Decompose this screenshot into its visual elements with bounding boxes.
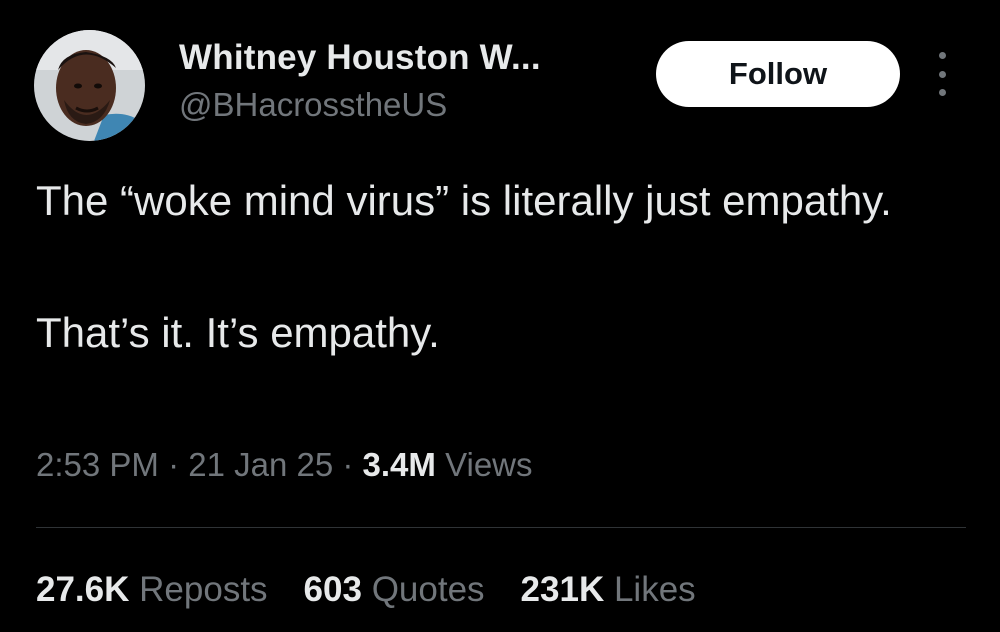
more-dots-icon[interactable]	[930, 52, 954, 96]
engagement-stats: 27.6K Reposts 603 Quotes 231K Likes	[36, 570, 696, 610]
more-dot	[938, 52, 946, 59]
tweet-text-line-1: The “woke mind virus” is literally just …	[36, 177, 892, 224]
likes-count: 231K	[520, 570, 605, 609]
tweet-text-line-2: That’s it. It’s empathy.	[36, 309, 440, 356]
views-label: Views	[445, 446, 533, 483]
views-count: 3.4M	[362, 446, 436, 483]
likes-stat[interactable]: 231K Likes	[521, 570, 696, 610]
author-display-name[interactable]: Whitney Houston W...	[179, 38, 541, 78]
author-handle[interactable]: @BHacrosstheUS	[179, 86, 447, 124]
tweet-date[interactable]: 21 Jan 25	[188, 446, 333, 483]
quotes-stat[interactable]: 603 Quotes	[304, 570, 485, 610]
reposts-stat[interactable]: 27.6K Reposts	[36, 570, 268, 610]
reposts-count: 27.6K	[36, 570, 130, 609]
tweet-text: The “woke mind virus” is literally just …	[36, 168, 956, 366]
reposts-label: Reposts	[139, 570, 268, 609]
tweet-meta: 2:53 PM · 21 Jan 25 · 3.4M Views	[36, 446, 533, 484]
more-dot	[938, 70, 946, 78]
divider	[36, 527, 966, 528]
more-dot	[938, 89, 946, 96]
likes-label: Likes	[613, 570, 696, 609]
tweet-time[interactable]: 2:53 PM	[36, 446, 159, 483]
quotes-label: Quotes	[371, 570, 485, 609]
avatar[interactable]	[34, 30, 145, 141]
quotes-count: 603	[303, 570, 362, 609]
follow-button[interactable]: Follow	[656, 41, 900, 107]
meta-separator: ·	[158, 446, 189, 483]
meta-separator: ·	[333, 446, 363, 483]
